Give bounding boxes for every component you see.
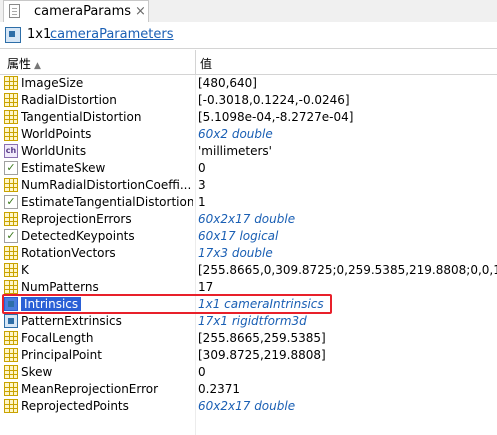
grid-icon: [4, 365, 18, 379]
property-value: [309.8725,219.8808]: [198, 348, 326, 362]
grid-icon: [4, 399, 18, 413]
column-header: 属性 ▲ 值: [0, 50, 497, 75]
property-value: [255.8665,0,309.8725;0,259.5385,219.8808…: [198, 263, 497, 277]
property-name: NumPatterns: [21, 280, 99, 294]
property-value: [255.8665,259.5385]: [198, 331, 326, 345]
variable-size: 1x1: [27, 27, 52, 42]
value-column-header[interactable]: 值: [200, 55, 212, 72]
variable-doc-icon: [9, 4, 20, 18]
table-row[interactable]: K [255.8665,0,309.8725;0,259.5385,219.880…: [0, 262, 497, 279]
object-icon: [4, 297, 18, 311]
property-value-link[interactable]: 1x1 cameraIntrinsics: [198, 297, 324, 311]
table-row[interactable]: PatternExtrinsics 17x1 rigidtform3d: [0, 313, 497, 330]
table-row[interactable]: PrincipalPoint [309.8725,219.8808]: [0, 347, 497, 364]
table-row[interactable]: FocalLength [255.8665,259.5385]: [0, 330, 497, 347]
grid-icon: [4, 127, 18, 141]
table-row[interactable]: RotationVectors 17x3 double: [0, 245, 497, 262]
table-row[interactable]: WorldPoints 60x2 double: [0, 126, 497, 143]
tab-title: cameraParams: [34, 4, 132, 19]
property-value: 1: [198, 195, 206, 209]
property-name: NumRadialDistortionCoeffi...: [21, 178, 192, 192]
property-value: 3: [198, 178, 206, 192]
property-name: RadialDistortion: [21, 93, 117, 107]
table-row[interactable]: RadialDistortion [-0.3018,0.1224,-0.0246]: [0, 92, 497, 109]
property-value: 0: [198, 161, 206, 175]
property-value-link[interactable]: 17x3 double: [198, 246, 273, 260]
property-value-link[interactable]: 17x1 rigidtform3d: [198, 314, 307, 328]
table-row[interactable]: ✓ EstimateTangentialDistortion 1: [0, 194, 497, 211]
property-name: ImageSize: [21, 76, 84, 90]
grid-icon: [4, 110, 18, 124]
property-value: 17: [198, 280, 214, 294]
property-value: [480,640]: [198, 76, 257, 90]
grid-icon: [4, 263, 18, 277]
property-value: 'millimeters': [198, 144, 272, 158]
grid-icon: [4, 76, 18, 90]
table-row[interactable]: ReprojectedPoints 60x2x17 double: [0, 398, 497, 415]
table-row[interactable]: NumPatterns 17: [0, 279, 497, 296]
table-row[interactable]: Skew 0: [0, 364, 497, 381]
variable-header: 1x1 cameraParameters: [0, 22, 497, 49]
object-icon: [5, 27, 21, 43]
grid-icon: [4, 93, 18, 107]
property-value: 0.2371: [198, 382, 240, 396]
property-value-link[interactable]: 60x2 double: [198, 127, 273, 141]
table-row[interactable]: ImageSize [480,640]: [0, 75, 497, 92]
class-name-link[interactable]: cameraParameters: [50, 27, 174, 42]
property-name: WorldPoints: [21, 127, 92, 141]
grid-icon: [4, 348, 18, 362]
property-column-header[interactable]: 属性 ▲: [7, 55, 41, 72]
grid-icon: [4, 246, 18, 260]
char-icon: ch: [4, 144, 18, 158]
close-icon[interactable]: ×: [135, 4, 146, 19]
table-row[interactable]: ✓ DetectedKeypoints 60x17 logical: [0, 228, 497, 245]
property-value-link[interactable]: 60x2x17 double: [198, 212, 295, 226]
property-value-link[interactable]: 60x17 logical: [198, 229, 278, 243]
property-name: FocalLength: [21, 331, 94, 345]
property-name: TangentialDistortion: [21, 110, 142, 124]
property-name: MeanReprojectionError: [21, 382, 159, 396]
check-icon: ✓: [4, 229, 18, 243]
property-name: DetectedKeypoints: [21, 229, 135, 243]
table-row[interactable]: TangentialDistortion [5.1098e-04,-8.2727e…: [0, 109, 497, 126]
grid-icon: [4, 212, 18, 226]
check-icon: ✓: [4, 161, 18, 175]
object-icon: [4, 314, 18, 328]
property-name: EstimateSkew: [21, 161, 106, 175]
grid-icon: [4, 178, 18, 192]
table-row[interactable]: MeanReprojectionError 0.2371: [0, 381, 497, 398]
property-name: Skew: [21, 365, 53, 379]
property-name: PatternExtrinsics: [21, 314, 122, 328]
property-name: RotationVectors: [21, 246, 116, 260]
table-row[interactable]: NumRadialDistortionCoeffi... 3: [0, 177, 497, 194]
sort-ascending-icon: ▲: [34, 61, 41, 71]
grid-icon: [4, 280, 18, 294]
property-name: K: [21, 263, 29, 277]
check-icon: ✓: [4, 195, 18, 209]
table-row[interactable]: ch WorldUnits 'millimeters': [0, 143, 497, 160]
property-value: [-0.3018,0.1224,-0.0246]: [198, 93, 350, 107]
tab-bar: cameraParams ×: [0, 0, 497, 23]
grid-icon: [4, 382, 18, 396]
property-name: EstimateTangentialDistortion: [21, 195, 193, 209]
tab-cameraParams[interactable]: cameraParams ×: [3, 0, 149, 22]
grid-icon: [4, 331, 18, 345]
property-name: ReprojectedPoints: [21, 399, 129, 413]
property-name: ReprojectionErrors: [21, 212, 132, 226]
property-value-link[interactable]: 60x2x17 double: [198, 399, 295, 413]
property-name: WorldUnits: [21, 144, 87, 158]
property-name: Intrinsics: [21, 297, 193, 311]
property-name: PrincipalPoint: [21, 348, 102, 362]
table-row[interactable]: Intrinsics 1x1 cameraIntrinsics: [0, 296, 497, 313]
property-value: [5.1098e-04,-8.2727e-04]: [198, 110, 354, 124]
property-table: ImageSize [480,640] RadialDistortion [-0.30…: [0, 75, 497, 415]
table-row[interactable]: ✓ EstimateSkew 0: [0, 160, 497, 177]
table-row[interactable]: ReprojectionErrors 60x2x17 double: [0, 211, 497, 228]
column-divider[interactable]: [195, 50, 196, 74]
property-value: 0: [198, 365, 206, 379]
